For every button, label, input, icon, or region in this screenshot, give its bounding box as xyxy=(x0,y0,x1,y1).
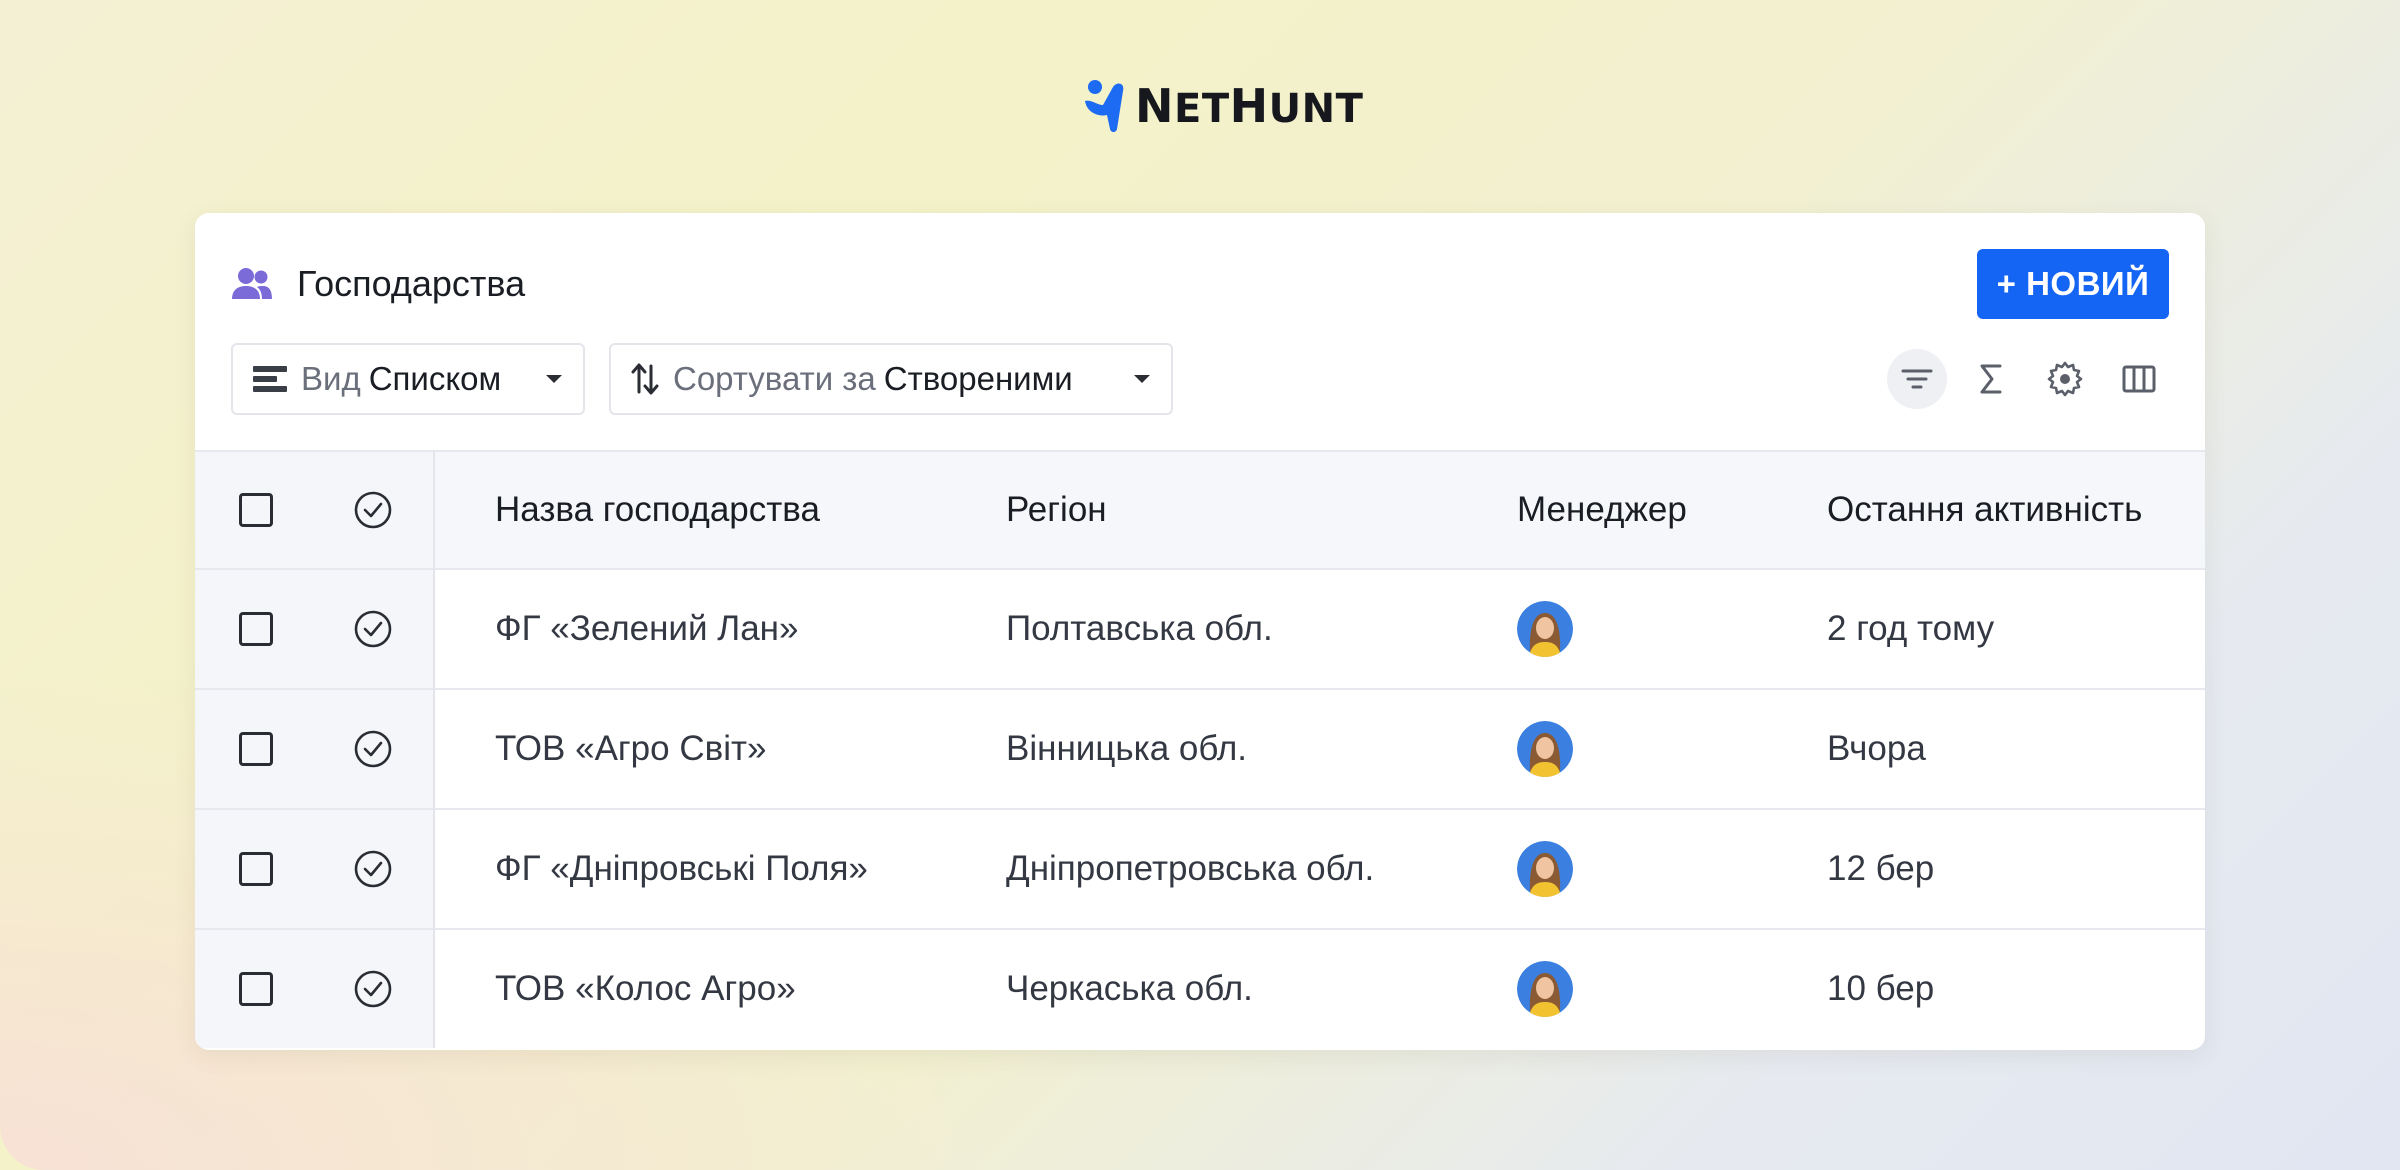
table-row[interactable]: ТОВ «Колос Агро» Черкаська обл. 10 бер xyxy=(195,928,2205,1048)
users-icon xyxy=(232,268,272,299)
selection-column xyxy=(195,810,435,928)
view-mode-dropdown[interactable]: Вид Списком xyxy=(231,343,585,415)
region: Черкаська обл. xyxy=(1006,969,1253,1008)
table-row[interactable]: ТОВ «Агро Світ» Вінницька обл. Вчора xyxy=(195,688,2205,808)
sort-value: Створеними xyxy=(883,360,1073,397)
column-header-name[interactable]: Назва господарства xyxy=(495,490,820,530)
farm-name[interactable]: ТОВ «Колос Агро» xyxy=(495,969,796,1009)
row-checkbox[interactable] xyxy=(239,612,273,646)
sigma-icon xyxy=(1980,364,2002,394)
page-title: Господарства xyxy=(297,263,526,304)
row-checkbox[interactable] xyxy=(239,732,273,766)
filter-button[interactable] xyxy=(1887,349,1947,409)
gear-icon xyxy=(2047,361,2083,397)
card-header: Господарства xyxy=(231,263,525,305)
selection-column xyxy=(195,452,435,568)
select-all-checkbox[interactable] xyxy=(239,493,273,527)
check-circle-icon[interactable] xyxy=(353,969,393,1009)
nethunt-logo: NETHUNT xyxy=(1083,78,1363,134)
selection-column xyxy=(195,570,435,688)
nethunt-logo-icon xyxy=(1085,80,1124,132)
table-header-row: Назва господарства Регіон Менеджер Остан… xyxy=(195,450,2205,568)
farm-name[interactable]: ФГ «Дніпровські Поля» xyxy=(495,849,868,889)
row-checkbox[interactable] xyxy=(239,852,273,886)
sort-arrows-icon xyxy=(631,363,659,395)
manager-avatar[interactable] xyxy=(1517,721,1573,777)
last-activity: 12 бер xyxy=(1827,849,1935,888)
last-activity: 10 бер xyxy=(1827,969,1935,1008)
check-circle-icon[interactable] xyxy=(353,849,393,889)
list-view-icon xyxy=(253,366,287,392)
farm-name[interactable]: ФГ «Зелений Лан» xyxy=(495,609,798,649)
region: Полтавська обл. xyxy=(1006,609,1273,648)
column-header-activity[interactable]: Остання активність xyxy=(1827,490,2142,530)
check-circle-icon[interactable] xyxy=(353,729,393,769)
manager-avatar[interactable] xyxy=(1517,961,1573,1017)
sort-dropdown[interactable]: Сортувати за Створеними xyxy=(609,343,1173,415)
chevron-down-icon xyxy=(1134,375,1150,383)
logo-wordmark: NETHUNT xyxy=(1135,79,1364,133)
view-label: Вид xyxy=(301,360,361,397)
filter-icon xyxy=(1901,369,1933,389)
last-activity: Вчора xyxy=(1827,729,1926,768)
selection-column xyxy=(195,690,435,808)
settings-button[interactable] xyxy=(2035,349,2095,409)
view-value: Списком xyxy=(368,360,502,397)
selection-column xyxy=(195,930,435,1048)
manager-avatar[interactable] xyxy=(1517,601,1573,657)
chevron-down-icon xyxy=(546,375,562,383)
table-row[interactable]: ФГ «Дніпровські Поля» Дніпропетровська о… xyxy=(195,808,2205,928)
sum-button[interactable] xyxy=(1961,349,2021,409)
farm-name[interactable]: ТОВ «Агро Світ» xyxy=(495,729,766,769)
column-header-manager[interactable]: Менеджер xyxy=(1517,490,1687,530)
sort-label: Сортувати за xyxy=(673,360,876,397)
page-background: NETHUNT Господарства + НОВИЙ Вид Списком xyxy=(0,0,2400,1170)
column-header-region[interactable]: Регіон xyxy=(1006,490,1107,530)
check-circle-icon[interactable] xyxy=(353,609,393,649)
records-card: Господарства + НОВИЙ Вид Списком Сортува… xyxy=(195,213,2205,1050)
table-row[interactable]: ФГ «Зелений Лан» Полтавська обл. 2 год т… xyxy=(195,568,2205,688)
check-circle-icon[interactable] xyxy=(353,490,393,530)
new-record-button[interactable]: + НОВИЙ xyxy=(1977,249,2169,319)
records-table: Назва господарства Регіон Менеджер Остан… xyxy=(195,450,2205,1048)
row-checkbox[interactable] xyxy=(239,972,273,1006)
columns-icon xyxy=(2122,365,2156,393)
manager-avatar[interactable] xyxy=(1517,841,1573,897)
last-activity: 2 год тому xyxy=(1827,609,1995,648)
toolbar-icons xyxy=(1887,349,2169,409)
region: Дніпропетровська обл. xyxy=(1006,849,1375,888)
columns-button[interactable] xyxy=(2109,349,2169,409)
region: Вінницька обл. xyxy=(1006,729,1247,768)
